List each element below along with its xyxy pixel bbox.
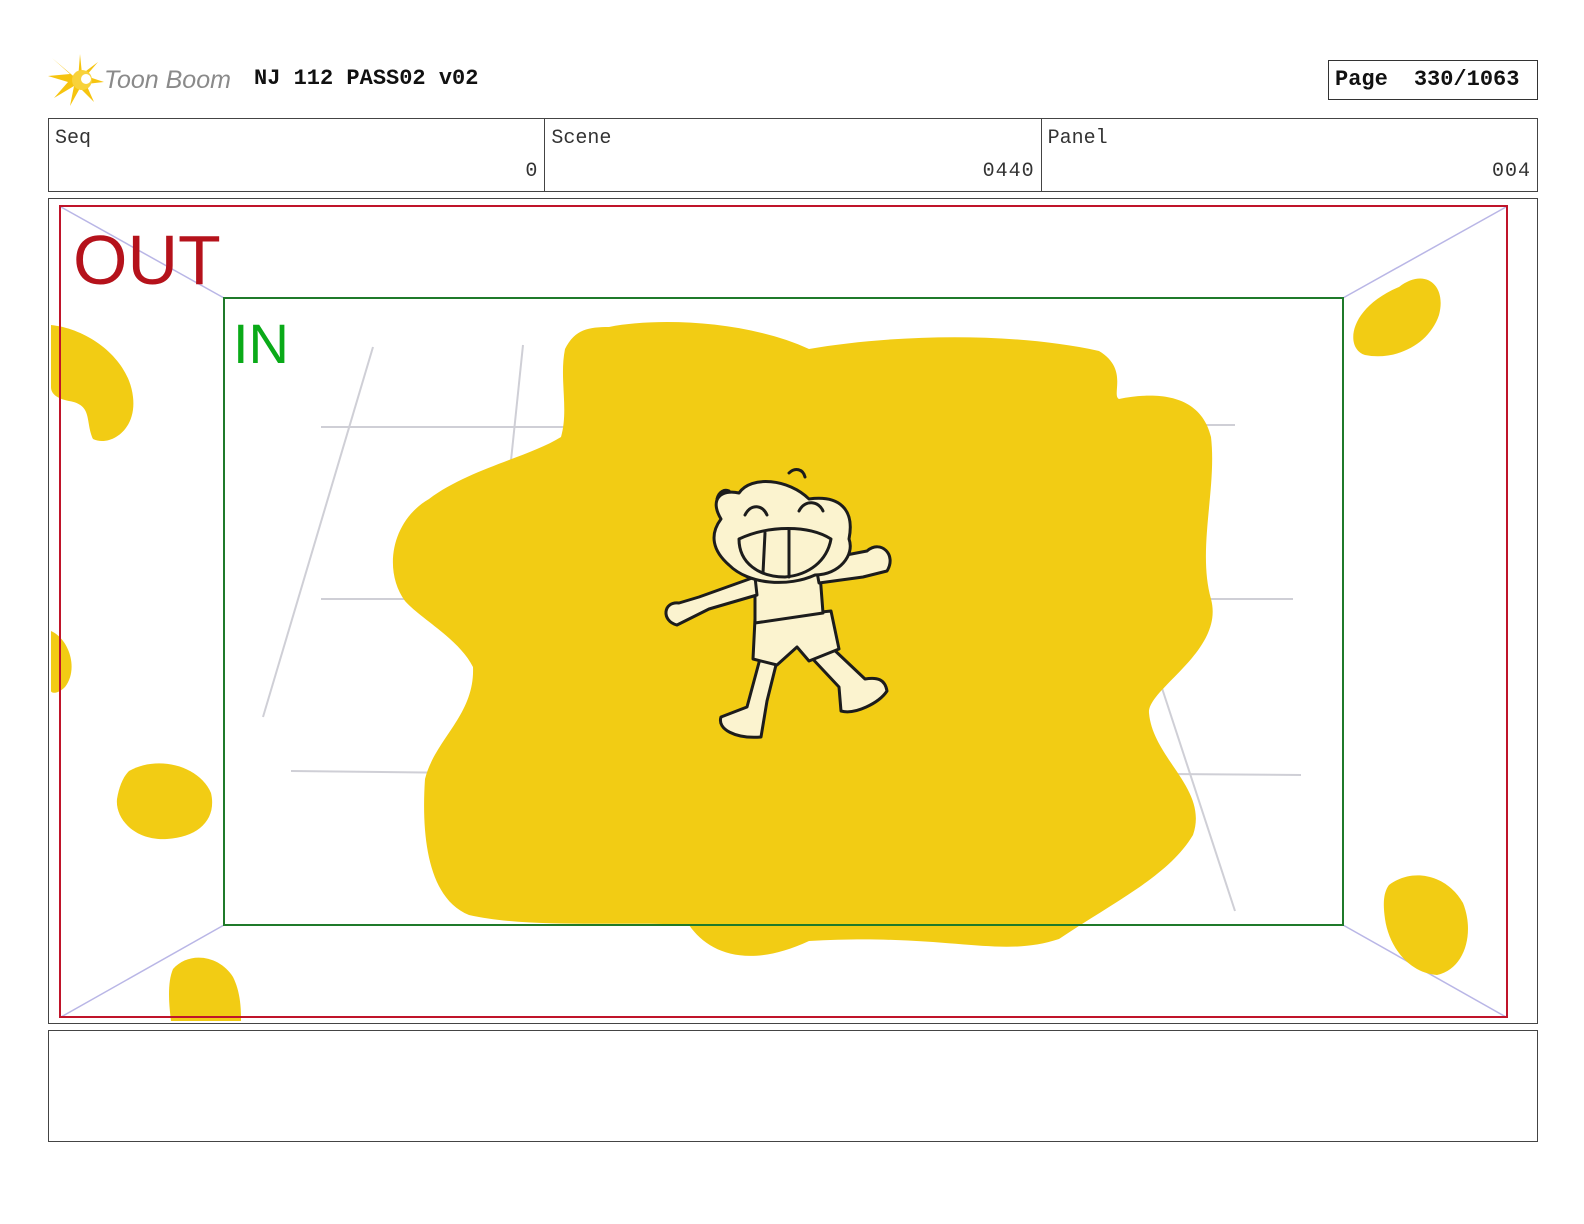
page-number: 330/1063 <box>1413 67 1520 92</box>
storyboard-panel: OUT IN <box>48 198 1538 1024</box>
panel-cell: Panel 004 <box>1042 119 1537 191</box>
scene-label: Scene <box>551 127 612 150</box>
in-frame-label: IN <box>233 312 289 375</box>
logo-text: Toon Boom <box>104 66 231 94</box>
page-header: Toon Boom NJ 112 PASS02 v02 Page 330/1063 <box>48 52 1538 108</box>
page-indicator: Page 330/1063 <box>1328 60 1538 100</box>
logo: Toon Boom <box>48 52 240 108</box>
seq-label: Seq <box>55 127 92 150</box>
panel-value: 004 <box>1491 160 1531 183</box>
page-label: Page <box>1335 67 1388 92</box>
panel-notes-box <box>48 1030 1538 1142</box>
seq-cell: Seq 0 <box>49 119 546 191</box>
out-frame-label: OUT <box>73 221 221 299</box>
toon-boom-logo-icon <box>48 54 104 106</box>
scene-value: 0440 <box>982 160 1035 183</box>
shot-info-table: Seq 0 Scene 0440 Panel 004 <box>48 118 1538 192</box>
document-title: NJ 112 PASS02 v02 <box>254 66 479 91</box>
seq-value: 0 <box>525 160 539 183</box>
scene-cell: Scene 0440 <box>545 119 1042 191</box>
panel-label: Panel <box>1047 127 1108 150</box>
